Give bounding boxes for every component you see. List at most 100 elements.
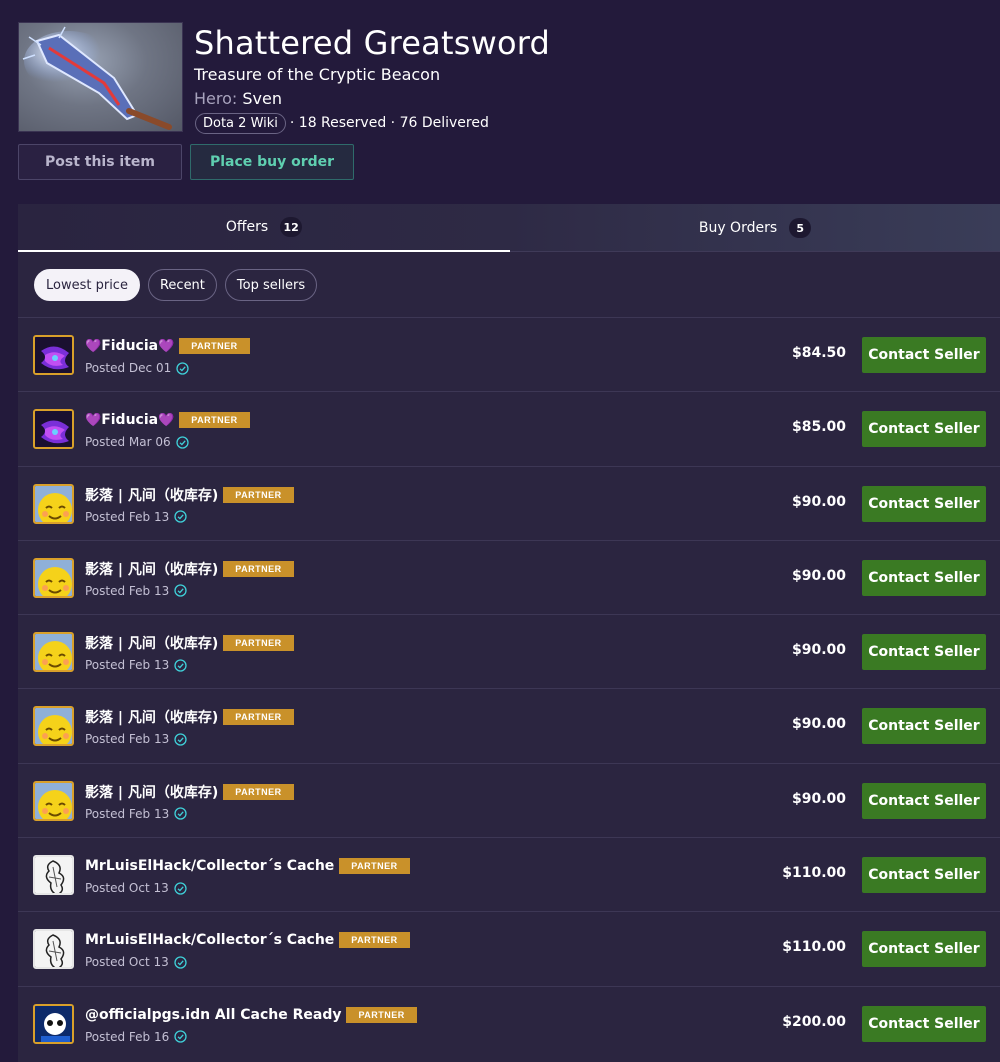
seller-name[interactable]: MrLuisElHack/Collector´s Cache	[85, 932, 334, 948]
post-item-button[interactable]: Post this item	[18, 144, 182, 180]
seller-avatar[interactable]	[33, 780, 74, 821]
seller-name[interactable]: 影落 | 凡间（收库存)	[85, 707, 218, 727]
heart-icon: 💜	[158, 338, 175, 353]
offer-price: $84.50	[791, 345, 846, 361]
seller-line: 💜 Fiducia 💜 PARTNER	[85, 410, 250, 430]
seller-line: 影落 | 凡间（收库存) PARTNER	[85, 707, 294, 727]
contact-seller-button[interactable]: Contact Seller	[862, 782, 986, 819]
contact-seller-button[interactable]: Contact Seller	[862, 411, 986, 448]
seller-avatar[interactable]	[33, 335, 74, 375]
seller-avatar[interactable]	[33, 632, 74, 673]
contact-seller-button[interactable]: Contact Seller	[862, 857, 986, 894]
offer-row: 💜 Fiducia 💜 PARTNER Posted Dec 01 $84.50 Conta…	[18, 317, 1000, 391]
posted-line: Posted Feb 13	[85, 656, 187, 674]
seller-name[interactable]: Fiducia	[101, 412, 158, 428]
verified-check-icon	[176, 436, 189, 449]
seller-avatar[interactable]	[33, 929, 74, 970]
contact-seller-button[interactable]: Contact Seller	[862, 559, 986, 596]
seller-name[interactable]: 影落 | 凡间（收库存)	[85, 782, 218, 802]
offer-price: $90.00	[791, 642, 846, 659]
seller-name[interactable]: Fiducia	[101, 338, 158, 354]
contact-seller-button[interactable]: Contact Seller	[862, 931, 986, 968]
posted-date: Posted Dec 01	[85, 361, 172, 375]
posted-line: Posted Dec 01	[85, 359, 189, 377]
seller-avatar[interactable]	[33, 1003, 74, 1044]
posted-date: Posted Oct 13	[85, 881, 169, 896]
offer-row: 影落 | 凡间（收库存) PARTNER Posted Feb 13 $90.00 Co…	[18, 762, 1000, 837]
filter-recent[interactable]: Recent	[147, 269, 217, 301]
offers-panel: Offers 12 Buy Orders 5 Lowest price Rece…	[18, 204, 1000, 1062]
posted-date: Posted Feb 13	[85, 583, 170, 598]
partner-badge: PARTNER	[223, 560, 294, 577]
seller-name[interactable]: 影落 | 凡间（收库存)	[85, 559, 218, 579]
verified-check-icon	[174, 881, 187, 895]
verified-check-icon	[174, 1030, 187, 1043]
posted-line: Posted Feb 13	[85, 730, 187, 748]
hero-line: Hero: Sven	[194, 89, 282, 108]
tab-buy-orders-label: Buy Orders	[698, 220, 778, 236]
offer-price: $110.00	[782, 865, 846, 882]
posted-line: Posted Feb 13	[85, 805, 187, 823]
heart-icon: 💜	[85, 338, 102, 353]
verified-check-icon	[174, 510, 187, 523]
contact-seller-button[interactable]: Contact Seller	[862, 1005, 986, 1042]
verified-check-icon	[174, 956, 187, 969]
item-title: Shattered Greatsword	[194, 24, 551, 62]
contact-seller-button[interactable]: Contact Seller	[862, 708, 986, 745]
offer-row: 影落 | 凡间（收库存) PARTNER Posted Feb 13 $90.00 Co…	[18, 688, 1000, 762]
posted-date: Posted Oct 13	[85, 955, 169, 970]
partner-badge: PARTNER	[223, 635, 294, 652]
tab-bar: Offers 12 Buy Orders 5	[18, 204, 1000, 252]
place-buy-order-button[interactable]: Place buy order	[190, 144, 354, 180]
offers-list: 💜 Fiducia 💜 PARTNER Posted Dec 01 $84.50 Conta…	[18, 317, 1000, 1060]
offer-row: @officialpgs.idn All Cache Ready PARTNER P…	[18, 985, 1000, 1060]
seller-line: 影落 | 凡间（收库存) PARTNER	[85, 485, 294, 505]
contact-seller-button[interactable]: Contact Seller	[862, 337, 986, 373]
item-image	[18, 22, 183, 132]
item-subtitle: Treasure of the Cryptic Beacon	[194, 65, 441, 84]
partner-badge: PARTNER	[223, 486, 294, 503]
posted-line: Posted Feb 16	[85, 1028, 187, 1046]
filter-lowest-price[interactable]: Lowest price	[34, 269, 140, 301]
seller-name[interactable]: 影落 | 凡间（收库存)	[85, 633, 218, 653]
contact-seller-button[interactable]: Contact Seller	[862, 634, 986, 671]
tab-offers-label: Offers	[225, 219, 269, 235]
seller-avatar[interactable]	[33, 557, 74, 598]
tab-buy-orders-count: 5	[789, 218, 812, 238]
offer-price: $90.00	[791, 493, 846, 510]
offer-row: 💜 Fiducia 💜 PARTNER Posted Mar 06 $85.00 Conta…	[18, 391, 1000, 465]
posted-date: Posted Feb 13	[85, 732, 170, 747]
partner-badge: PARTNER	[179, 338, 250, 354]
posted-line: Posted Oct 13	[85, 879, 187, 897]
item-stats: · 18 Reserved · 76 Delivered	[289, 115, 489, 131]
filter-top-sellers[interactable]: Top sellers	[224, 269, 318, 301]
seller-avatar[interactable]	[33, 483, 74, 524]
seller-line: @officialpgs.idn All Cache Ready PARTNER	[85, 1005, 417, 1025]
seller-name[interactable]: 影落 | 凡间（收库存)	[85, 485, 218, 505]
greatsword-icon	[22, 26, 172, 130]
verified-check-icon	[176, 361, 189, 375]
hero-label: Hero:	[194, 89, 238, 108]
tab-offers[interactable]: Offers 12	[18, 204, 510, 252]
contact-seller-button[interactable]: Contact Seller	[862, 485, 986, 522]
item-header: Shattered Greatsword Treasure of the Cry…	[0, 0, 1000, 204]
seller-avatar[interactable]	[33, 409, 74, 450]
tab-buy-orders[interactable]: Buy Orders 5	[510, 204, 1000, 252]
seller-avatar[interactable]	[33, 855, 74, 896]
heart-icon: 💜	[158, 412, 175, 428]
partner-badge: PARTNER	[346, 1006, 417, 1023]
verified-check-icon	[174, 584, 187, 598]
offer-row: 影落 | 凡间（收库存) PARTNER Posted Feb 13 $90.00 Co…	[18, 614, 1000, 688]
hero-name[interactable]: Sven	[242, 89, 282, 108]
verified-check-icon	[174, 733, 187, 746]
seller-line: 影落 | 凡间（收库存) PARTNER	[85, 782, 294, 802]
seller-avatar[interactable]	[33, 706, 74, 747]
partner-badge: PARTNER	[339, 858, 410, 875]
seller-name[interactable]: @officialpgs.idn All Cache Ready	[85, 1007, 341, 1023]
dota-wiki-link[interactable]: Dota 2 Wiki	[195, 112, 286, 134]
partner-badge: PARTNER	[179, 412, 250, 429]
offer-row: 影落 | 凡间（收库存) PARTNER Posted Feb 13 $90.00 Co…	[18, 465, 1000, 540]
seller-name[interactable]: MrLuisElHack/Collector´s Cache	[85, 858, 334, 874]
offer-price: $90.00	[791, 790, 846, 807]
seller-line: MrLuisElHack/Collector´s Cache PARTNER	[85, 930, 410, 950]
